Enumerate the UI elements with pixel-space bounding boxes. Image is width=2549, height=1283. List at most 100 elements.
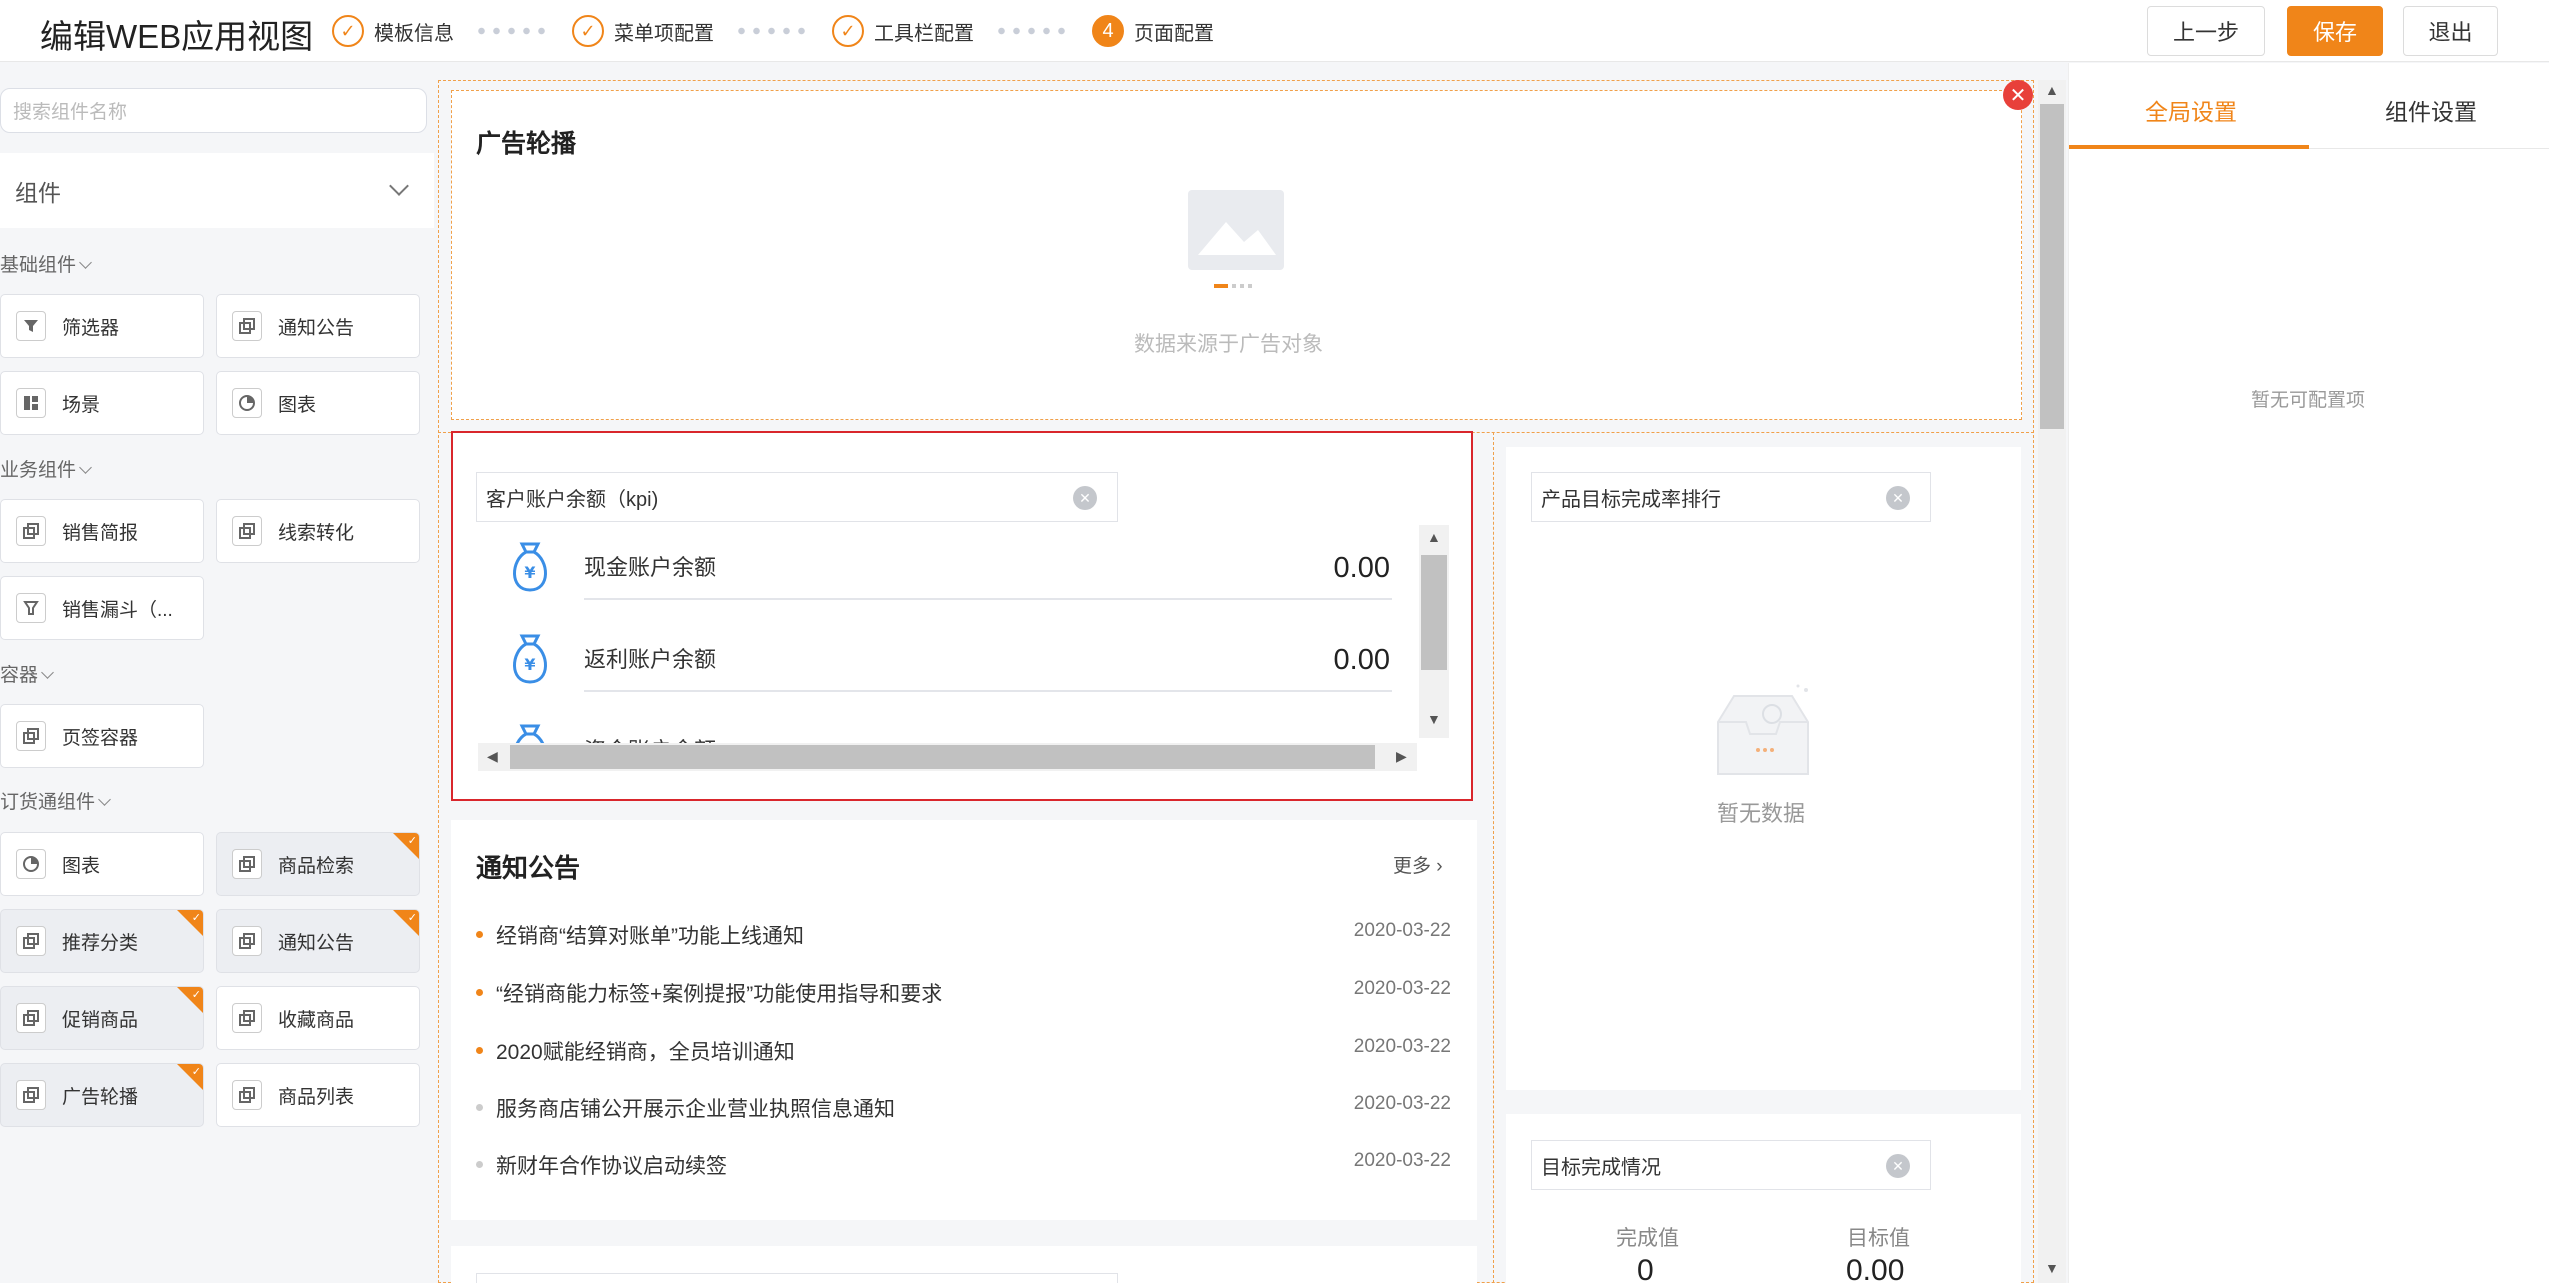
- component-sales-brief[interactable]: 销售简报: [0, 499, 204, 563]
- done-value: 0: [1637, 1254, 1654, 1283]
- component-order-notice[interactable]: 通知公告 ✓: [216, 909, 420, 973]
- component-icon: [232, 849, 262, 879]
- kpi-item-label: 返利账户余额: [584, 647, 717, 672]
- chevron-down-icon: [79, 256, 92, 269]
- svg-text:¥: ¥: [524, 563, 535, 582]
- component-group-select[interactable]: 组件: [0, 153, 434, 228]
- search-input[interactable]: 搜索组件名称: [0, 88, 427, 133]
- settings-panel: 全局设置 组件设置 暂无可配置项: [2068, 63, 2549, 1283]
- kpi-vertical-scrollbar[interactable]: ▲ ▼: [1419, 525, 1449, 738]
- component-order-chart[interactable]: 图表: [0, 832, 204, 896]
- section-container[interactable]: 容器: [0, 660, 54, 687]
- target-field-select[interactable]: 目标完成情况 ✕: [1531, 1140, 1931, 1190]
- chevron-down-icon: [79, 461, 92, 474]
- clear-icon[interactable]: ✕: [1886, 1154, 1910, 1178]
- section-basic[interactable]: 基础组件: [0, 250, 92, 277]
- component-favorite-products[interactable]: 收藏商品: [216, 986, 420, 1050]
- scroll-thumb[interactable]: [1421, 555, 1447, 670]
- empty-box-icon: [1717, 684, 1809, 775]
- component-icon: [232, 1003, 262, 1033]
- layout-icon: [16, 388, 46, 418]
- kpi-item-label: 资金账户余额: [584, 733, 716, 743]
- step-connector: [994, 27, 1072, 35]
- exit-button[interactable]: 退出: [2403, 6, 2498, 56]
- tab-global-settings[interactable]: 全局设置: [2145, 93, 2237, 127]
- more-label: 更多: [1393, 856, 1432, 877]
- column-divider: [1493, 432, 1494, 1283]
- component-label: 线索转化: [278, 522, 355, 544]
- clear-icon[interactable]: ✕: [1886, 486, 1910, 510]
- component-product-search[interactable]: 商品检索 ✓: [216, 832, 420, 896]
- empty-data-text: 暂无数据: [1717, 801, 1806, 826]
- scroll-up-icon[interactable]: ▲: [2045, 82, 2059, 98]
- component-product-list[interactable]: 商品列表: [216, 1063, 420, 1127]
- component-label: 商品检索: [278, 855, 355, 877]
- notice-text: 2020赋能经销商，全员培训通知: [496, 1041, 795, 1064]
- notice-row[interactable]: 新财年合作协议启动续签 2020-03-22: [476, 1150, 1451, 1180]
- section-ordering[interactable]: 订货通组件: [0, 787, 111, 814]
- step-connector: [734, 27, 812, 35]
- component-recommended-category[interactable]: 推荐分类 ✓: [0, 909, 204, 973]
- kpi-item-value: 0.00: [1333, 552, 1390, 584]
- component-promo-products[interactable]: 促销商品 ✓: [0, 986, 204, 1050]
- component-sales-funnel[interactable]: 销售漏斗（...: [0, 576, 204, 640]
- scroll-thumb[interactable]: [2040, 104, 2064, 429]
- notice-row[interactable]: 服务商店铺公开展示企业营业执照信息通知 2020-03-22: [476, 1093, 1451, 1123]
- kpi-horizontal-scrollbar[interactable]: ◀ ▶: [478, 743, 1417, 771]
- component-filter[interactable]: 筛选器: [0, 294, 204, 358]
- money-bag-icon: ¥: [513, 634, 547, 684]
- carousel-indicator[interactable]: [1214, 284, 1264, 288]
- ranking-field-select[interactable]: 产品目标完成率排行 ✕: [1531, 472, 1931, 522]
- scroll-up-icon[interactable]: ▲: [1427, 529, 1441, 545]
- done-label: 完成值: [1616, 1227, 1679, 1250]
- component-lead-conversion[interactable]: 线索转化: [216, 499, 420, 563]
- check-icon: ✓: [191, 912, 201, 924]
- kpi-field-select[interactable]: 客户账户余额（kpi) ✕: [476, 472, 1118, 522]
- next-widget-field[interactable]: [476, 1273, 1118, 1283]
- component-label: 图表: [62, 855, 101, 877]
- step-toolbar-config[interactable]: ✓ 工具栏配置: [832, 15, 974, 47]
- step-page-config[interactable]: 4 页面配置: [1092, 15, 1214, 47]
- more-link[interactable]: 更多 ›: [1393, 851, 1443, 878]
- previous-step-button[interactable]: 上一步: [2147, 6, 2265, 56]
- scroll-down-icon[interactable]: ▼: [1427, 711, 1441, 727]
- ranking-field-label: 产品目标完成率排行: [1541, 488, 1721, 511]
- step-progress: ✓ 模板信息 ✓ 菜单项配置 ✓ 工具栏配置 4 页面配置: [332, 12, 1214, 50]
- target-field-label: 目标完成情况: [1541, 1156, 1661, 1179]
- empty-config-text: 暂无可配置项: [2251, 390, 2366, 411]
- notice-row[interactable]: 2020赋能经销商，全员培训通知 2020-03-22: [476, 1036, 1451, 1066]
- step-menu-config[interactable]: ✓ 菜单项配置: [572, 15, 714, 47]
- notice-row[interactable]: “经销商能力标签+案例提报”功能使用指导和要求 2020-03-22: [476, 978, 1451, 1008]
- clear-icon[interactable]: ✕: [1073, 486, 1097, 510]
- component-label: 通知公告: [278, 932, 355, 954]
- step-label: 模板信息: [374, 22, 454, 45]
- remove-widget-button[interactable]: ✕: [2003, 80, 2033, 110]
- filter-icon: [16, 311, 46, 341]
- scroll-left-icon[interactable]: ◀: [487, 748, 498, 765]
- component-ad-carousel[interactable]: 广告轮播 ✓: [0, 1063, 204, 1127]
- save-button[interactable]: 保存: [2287, 6, 2383, 56]
- section-business[interactable]: 业务组件: [0, 455, 92, 482]
- step-template-info[interactable]: ✓ 模板信息: [332, 15, 454, 47]
- money-bag-icon: ¥: [513, 542, 547, 592]
- component-notice[interactable]: 通知公告: [216, 294, 420, 358]
- component-chart[interactable]: 图表: [216, 371, 420, 435]
- notice-date: 2020-03-22: [1353, 920, 1451, 941]
- component-icon: [232, 516, 262, 546]
- component-label: 筛选器: [62, 317, 120, 339]
- funnel-icon: [16, 593, 46, 623]
- ad-carousel-placeholder-text: 数据来源于广告对象: [1134, 333, 1323, 356]
- scroll-down-icon[interactable]: ▼: [2045, 1260, 2059, 1276]
- notice-row[interactable]: 经销商“结算对账单”功能上线通知 2020-03-22: [476, 920, 1451, 950]
- bullet-icon: [476, 1047, 483, 1054]
- step-label: 页面配置: [1134, 22, 1214, 45]
- component-tab-container[interactable]: 页签容器: [0, 704, 204, 768]
- component-scene[interactable]: 场景: [0, 371, 204, 435]
- scroll-right-icon[interactable]: ▶: [1396, 748, 1407, 765]
- notice-text: 服务商店铺公开展示企业营业执照信息通知: [496, 1098, 895, 1121]
- tab-component-settings[interactable]: 组件设置: [2385, 93, 2477, 127]
- ad-carousel-title: 广告轮播: [476, 130, 577, 158]
- scroll-thumb[interactable]: [510, 745, 1375, 769]
- canvas-vertical-scrollbar[interactable]: ▲ ▼: [2038, 80, 2066, 1283]
- image-placeholder-icon: [1188, 190, 1284, 270]
